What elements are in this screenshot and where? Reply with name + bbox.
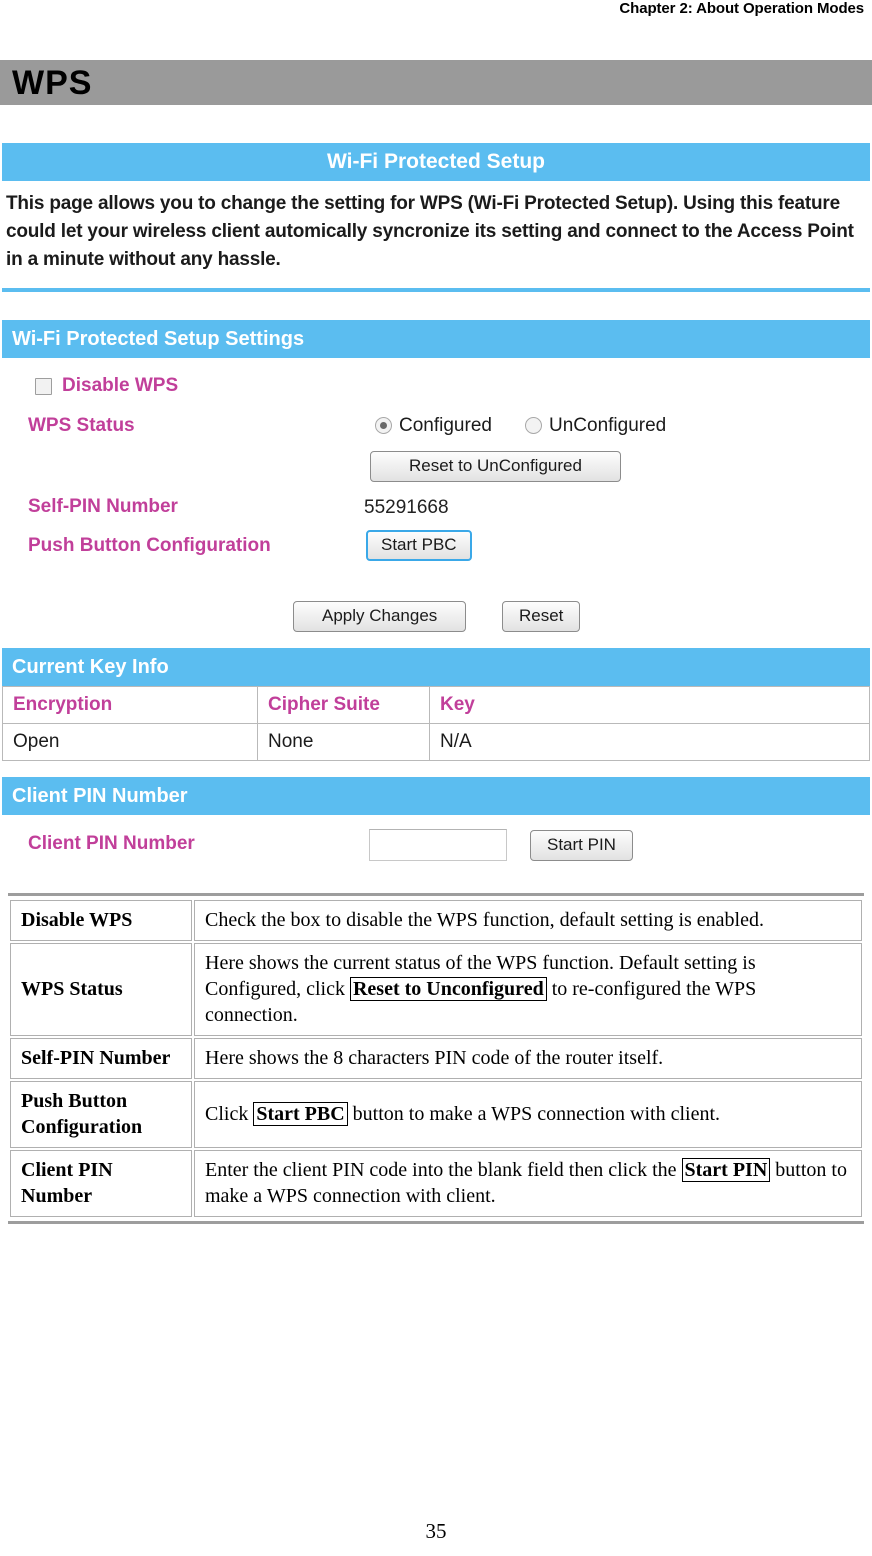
wps-status-label: WPS Status — [28, 415, 135, 436]
wps-intro-paragraph: This page allows you to change the setti… — [6, 193, 854, 270]
disable-wps-checkbox[interactable] — [35, 378, 52, 395]
push-button-config-label: Push Button Configuration — [28, 535, 271, 556]
inline-text: Here shows the 8 characters PIN code of … — [205, 1047, 664, 1069]
radio-configured-icon — [375, 417, 392, 434]
inline-text: Check the box to disable the WPS functio… — [205, 909, 764, 931]
description-definition: Here shows the current status of the WPS… — [194, 943, 862, 1036]
description-term: WPS Status — [10, 943, 192, 1036]
key-info-header-row: Encryption Cipher Suite Key — [2, 686, 870, 724]
table-row: Disable WPS Check the box to disable the … — [10, 900, 862, 941]
wps-panel-header: Wi-Fi Protected Setup — [2, 143, 870, 181]
current-key-info-panel-header: Current Key Info — [2, 648, 870, 686]
wps-settings-body: Disable WPS WPS Status Configured UnConf… — [2, 358, 870, 648]
wps-status-row: WPS Status Configured UnConfigured — [2, 410, 870, 450]
radio-unconfigured-icon — [525, 417, 542, 434]
key-info-col-key: Key — [429, 686, 870, 724]
page-number: 35 — [425, 1519, 447, 1543]
key-info-cell-key: N/A — [429, 723, 870, 761]
client-pin-label: Client PIN Number — [28, 833, 195, 854]
description-table-wrapper: Disable WPS Check the box to disable the … — [8, 893, 864, 1224]
description-term: Disable WPS — [10, 900, 192, 941]
description-table: Disable WPS Check the box to disable the … — [8, 898, 864, 1219]
table-row: Push Button Configuration Click Start PBC… — [10, 1081, 862, 1148]
wps-settings-panel-header: Wi-Fi Protected Setup Settings — [2, 320, 870, 358]
key-info-col-encryption: Encryption — [2, 686, 258, 724]
inline-text: button to make a WPS connection with cli… — [347, 1103, 721, 1125]
key-info-cell-cipher-suite: None — [257, 723, 430, 761]
apply-changes-button[interactable]: Apply Changes — [293, 601, 467, 632]
client-pin-panel-header: Client PIN Number — [2, 777, 870, 815]
table-row: Client PIN Number Enter the client PIN co… — [10, 1150, 862, 1217]
description-term: Push Button Configuration — [10, 1081, 192, 1148]
push-button-config-row: Push Button Configuration Start PBC — [2, 530, 870, 570]
inline-boxed-term: Start PIN — [681, 1158, 771, 1182]
inline-text: Click — [205, 1103, 254, 1125]
disable-wps-row: Disable WPS — [2, 370, 870, 410]
wps-status-radio-unconfigured[interactable]: UnConfigured — [525, 415, 666, 437]
self-pin-row: Self-PIN Number 55291668 — [2, 491, 870, 531]
description-definition: Check the box to disable the WPS functio… — [194, 900, 862, 941]
section-title-band: WPS — [0, 60, 872, 105]
start-pbc-button[interactable]: Start PBC — [366, 530, 472, 561]
running-header: Chapter 2: About Operation Modes — [619, 0, 864, 17]
key-info-cell-encryption: Open — [2, 723, 258, 761]
reset-to-unconfigured-button[interactable]: Reset to UnConfigured — [370, 451, 621, 482]
radio-configured-label: Configured — [399, 415, 492, 436]
description-definition: Enter the client PIN code into the blank… — [194, 1150, 862, 1217]
reset-unconfigured-row: Reset to UnConfigured — [2, 451, 870, 491]
router-web-ui: Wi-Fi Protected Setup This page allows y… — [2, 143, 870, 877]
description-term: Client PIN Number — [10, 1150, 192, 1217]
description-definition: Click Start PBC button to make a WPS con… — [194, 1081, 862, 1148]
inline-text: Enter the client PIN code into the blank… — [205, 1159, 682, 1181]
inline-boxed-term: Start PBC — [253, 1102, 348, 1126]
disable-wps-label: Disable WPS — [62, 375, 179, 396]
reset-button[interactable]: Reset — [502, 601, 581, 632]
radio-unconfigured-label: UnConfigured — [549, 415, 667, 436]
self-pin-value: 55291668 — [364, 497, 449, 518]
table-row: WPS Status Here shows the current status … — [10, 943, 862, 1036]
client-pin-input[interactable] — [369, 829, 507, 861]
table-row: Open None N/A — [2, 723, 870, 761]
description-definition: Here shows the 8 characters PIN code of … — [194, 1038, 862, 1079]
inline-boxed-term: Reset to Unconfigured — [349, 977, 547, 1001]
table-row: Self-PIN Number Here shows the 8 characte… — [10, 1038, 862, 1079]
page-title: WPS — [12, 64, 93, 102]
description-table-bottom-rule — [8, 1221, 864, 1224]
current-key-info-table: Encryption Cipher Suite Key Open None N/… — [2, 686, 870, 761]
key-info-col-cipher-suite: Cipher Suite — [257, 686, 430, 724]
client-pin-body: Client PIN Number Start PIN — [2, 815, 870, 877]
start-pin-button[interactable]: Start PIN — [530, 830, 633, 861]
description-term: Self-PIN Number — [10, 1038, 192, 1079]
self-pin-label: Self-PIN Number — [28, 496, 178, 517]
description-table-top-rule — [8, 893, 864, 896]
wps-status-radio-configured[interactable]: Configured — [375, 415, 492, 437]
form-actions-row: Apply Changes Reset — [2, 601, 870, 641]
